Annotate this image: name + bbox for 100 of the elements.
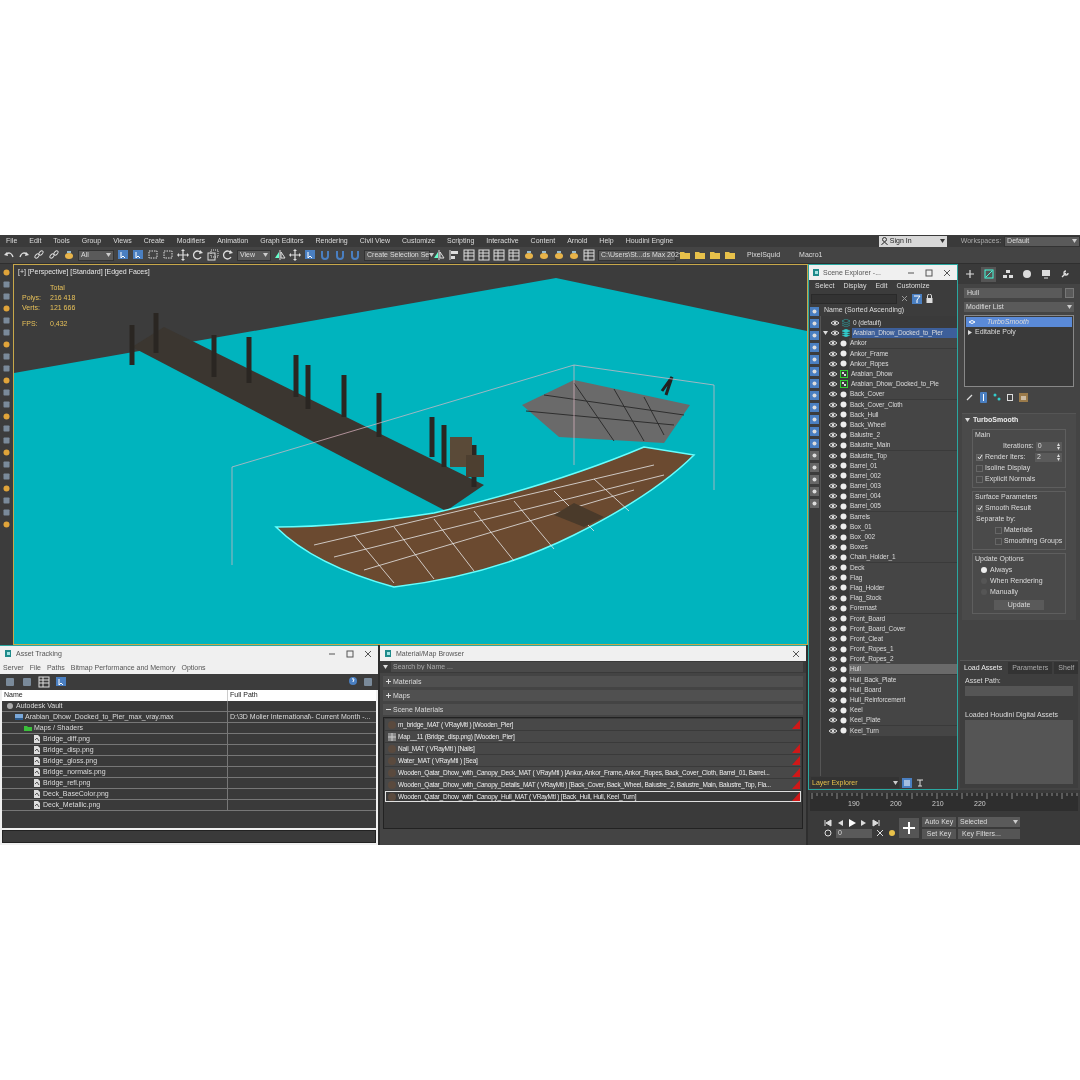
close-icon[interactable] — [364, 649, 372, 658]
link-icon[interactable] — [48, 249, 60, 261]
grid-icon[interactable] — [583, 249, 595, 261]
checkbox[interactable] — [995, 537, 1002, 545]
filter-toggle-icon[interactable] — [810, 475, 819, 484]
eye-icon[interactable] — [828, 594, 838, 603]
help-icon[interactable] — [348, 676, 358, 686]
play-icon[interactable] — [848, 818, 856, 827]
eye-icon[interactable] — [830, 319, 840, 328]
maximize-icon[interactable] — [346, 649, 354, 658]
filter-toggle-icon[interactable] — [810, 463, 819, 472]
spinner-arrows-icon[interactable] — [1057, 442, 1060, 450]
rotate-icon[interactable] — [192, 249, 204, 261]
eye-icon[interactable] — [828, 685, 838, 694]
status-field[interactable] — [2, 830, 376, 843]
filter-toggle-icon[interactable] — [810, 415, 819, 424]
key-mode-icon[interactable] — [824, 829, 832, 837]
eye-icon[interactable] — [828, 553, 838, 562]
eye-icon[interactable] — [828, 675, 838, 684]
eye-icon[interactable] — [828, 410, 838, 419]
sphere-icon[interactable] — [2, 304, 11, 313]
filter-toggle-icon[interactable] — [810, 319, 819, 328]
eye-icon[interactable] — [828, 471, 838, 480]
eye-icon[interactable] — [828, 359, 838, 368]
layers-icon[interactable] — [902, 777, 912, 788]
eye-icon[interactable] — [828, 614, 838, 623]
filter-icon[interactable] — [912, 293, 922, 304]
teapot-icon[interactable] — [523, 249, 535, 261]
eye-icon[interactable] — [828, 563, 838, 572]
select-icon[interactable] — [117, 249, 129, 261]
filter-toggle-icon[interactable] — [810, 403, 819, 412]
grid-icon[interactable] — [493, 249, 505, 261]
next-frame-icon[interactable] — [860, 818, 868, 827]
sphere-icon[interactable] — [2, 268, 11, 277]
sphere-icon[interactable] — [2, 448, 11, 457]
folder-icon[interactable] — [694, 249, 706, 261]
checkbox[interactable] — [995, 526, 1002, 534]
pin-icon[interactable] — [966, 393, 974, 401]
move-icon[interactable] — [289, 249, 301, 261]
teapot-icon[interactable] — [538, 249, 550, 261]
eye-icon[interactable] — [828, 420, 838, 429]
filter-toggle-icon[interactable] — [810, 451, 819, 460]
close-icon[interactable] — [792, 649, 800, 658]
radio-button[interactable] — [981, 567, 987, 573]
dashed-rectangle-icon[interactable] — [162, 249, 174, 261]
folder-icon[interactable] — [724, 249, 736, 261]
filter-toggle-icon[interactable] — [810, 487, 819, 496]
eye-icon[interactable] — [828, 482, 838, 491]
sphere-icon[interactable] — [2, 412, 11, 421]
add-key-icon[interactable] — [899, 818, 919, 838]
grid-icon[interactable] — [38, 676, 50, 688]
sphere-icon[interactable] — [2, 376, 11, 385]
filter-toggle-icon[interactable] — [810, 499, 819, 508]
eye-icon[interactable] — [828, 716, 838, 725]
lock-icon[interactable] — [926, 294, 933, 303]
eye-icon[interactable] — [828, 573, 838, 582]
spinner-arrows-icon[interactable] — [1057, 453, 1060, 461]
eye-icon[interactable] — [828, 533, 838, 542]
eye-icon[interactable] — [828, 380, 838, 389]
eye-icon[interactable] — [828, 645, 838, 654]
filter-toggle-icon[interactable] — [810, 427, 819, 436]
previous-frame-icon[interactable] — [836, 818, 844, 827]
go-to-end-icon[interactable] — [872, 818, 880, 827]
filter-toggle-icon[interactable] — [810, 367, 819, 376]
checkbox[interactable] — [976, 504, 983, 512]
time-config-icon[interactable] — [888, 829, 896, 837]
mirror-icon[interactable] — [433, 249, 445, 261]
sphere-icon[interactable] — [2, 484, 11, 493]
eye-icon[interactable] — [828, 583, 838, 592]
eye-icon[interactable] — [828, 370, 838, 379]
eye-icon[interactable] — [828, 492, 838, 501]
teapot-icon[interactable] — [553, 249, 565, 261]
grid-icon[interactable] — [463, 249, 475, 261]
tool-icon[interactable] — [4, 676, 16, 688]
eye-icon[interactable] — [828, 726, 838, 735]
eye-icon[interactable] — [828, 655, 838, 664]
checkbox[interactable] — [976, 464, 983, 472]
filter-toggle-icon[interactable] — [810, 307, 819, 316]
select-icon[interactable] — [304, 249, 316, 261]
grid-icon[interactable] — [478, 249, 490, 261]
scale-icon[interactable] — [207, 249, 219, 261]
close-icon[interactable] — [943, 268, 951, 277]
eye-icon[interactable] — [828, 604, 838, 613]
link-icon[interactable] — [33, 249, 45, 261]
eye-icon[interactable] — [828, 634, 838, 643]
grid-icon[interactable] — [508, 249, 520, 261]
maximize-icon[interactable] — [925, 268, 933, 277]
eye-icon[interactable] — [828, 696, 838, 705]
eye-icon[interactable] — [828, 441, 838, 450]
teapot-icon[interactable] — [568, 249, 580, 261]
folder-icon[interactable] — [679, 249, 691, 261]
clear-icon[interactable] — [901, 295, 908, 302]
eye-icon[interactable] — [828, 665, 838, 674]
filter-toggle-icon[interactable] — [810, 331, 819, 340]
filter-toggle-icon[interactable] — [810, 439, 819, 448]
trash-icon[interactable] — [1007, 393, 1013, 401]
eye-icon[interactable] — [828, 706, 838, 715]
eye-icon[interactable] — [828, 512, 838, 521]
command-panel-tab[interactable] — [981, 266, 996, 282]
folder-icon[interactable] — [709, 249, 721, 261]
